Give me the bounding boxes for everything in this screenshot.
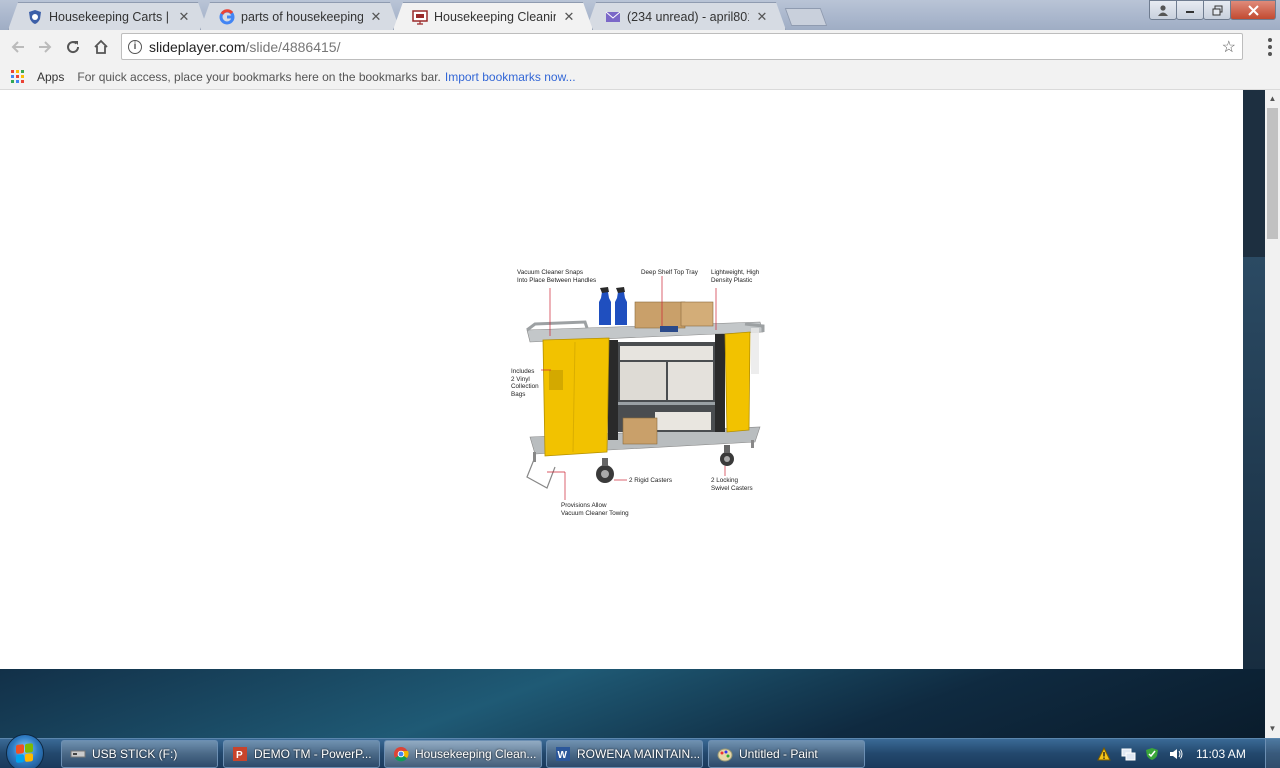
back-button[interactable] <box>7 36 29 58</box>
tab-parts-of-housekeeping[interactable]: parts of housekeeping ca ✕ <box>200 2 400 30</box>
label-plastic: Lightweight, High Density Plastic <box>711 269 760 284</box>
label-vacuum-snaps: Vacuum Cleaner Snaps Into Place Between … <box>517 269 597 284</box>
reload-button[interactable] <box>62 36 84 58</box>
tab-housekeeping-carts[interactable]: Housekeeping Carts | For ✕ <box>8 2 208 30</box>
vertical-scrollbar[interactable]: ▲ ▼ <box>1265 90 1280 738</box>
show-desktop-button[interactable] <box>1265 739 1280 768</box>
tab-strip: Housekeeping Carts | For ✕ parts of hous… <box>0 0 1280 30</box>
tab-close-icon[interactable]: ✕ <box>755 9 769 25</box>
powerpoint-icon: P <box>232 746 248 762</box>
taskbar-item-label: USB STICK (F:) <box>92 747 178 761</box>
import-bookmarks-link[interactable]: Import bookmarks now... <box>445 70 576 84</box>
new-tab-button[interactable] <box>784 8 828 26</box>
start-button[interactable] <box>6 734 44 768</box>
browser-toolbar: i slideplayer.com/slide/4886415/ ☆ <box>0 30 1280 64</box>
tab-close-icon[interactable]: ✕ <box>177 9 191 25</box>
bookmarks-hint: For quick access, place your bookmarks h… <box>77 69 441 84</box>
back-arrow-icon <box>11 41 24 53</box>
tab-mail-unread[interactable]: (234 unread) - april8019( ✕ <box>586 2 786 30</box>
paint-icon <box>717 746 733 762</box>
mail-favicon-icon <box>605 9 621 25</box>
tab-title: parts of housekeeping ca <box>241 9 363 24</box>
label-swivel-casters: 2 Locking Swivel Casters <box>711 477 753 492</box>
system-clock[interactable]: 11:03 AM <box>1196 747 1246 761</box>
tab-title: (234 unread) - april8019( <box>627 9 748 24</box>
tab-title: Housekeeping Cleaning S <box>434 9 553 24</box>
network-icon[interactable] <box>1120 746 1136 762</box>
label-towing: Provisions Allow Vacuum Cleaner Towing <box>561 502 629 517</box>
label-rigid-casters: 2 Rigid Casters <box>629 477 673 484</box>
slide-image: Vacuum Cleaner Snaps Into Place Between … <box>505 262 775 522</box>
desktop-background <box>1243 257 1265 738</box>
taskbar-usb-stick[interactable]: USB STICK (F:) <box>61 740 218 768</box>
window-controls <box>1149 0 1276 20</box>
label-collection-bags: Includes 2 Vinyl Collection Bags <box>511 368 539 398</box>
taskbar-item-label: ROWENA MAINTAIN... <box>577 747 701 761</box>
usb-drive-icon <box>70 746 86 762</box>
taskbar-chrome[interactable]: Housekeeping Clean... <box>384 740 542 768</box>
slideplayer-favicon-icon <box>412 9 428 25</box>
home-icon <box>94 39 108 54</box>
word-icon: W <box>555 746 571 762</box>
apps-shortcut[interactable]: Apps <box>37 70 64 84</box>
security-shield-icon[interactable] <box>1144 746 1160 762</box>
svg-text:P: P <box>236 750 243 761</box>
warning-icon[interactable] <box>1096 746 1112 762</box>
forward-button[interactable] <box>34 36 56 58</box>
minimize-button[interactable] <box>1176 0 1204 20</box>
site-info-icon[interactable]: i <box>128 39 142 54</box>
url-text: slideplayer.com/slide/4886415/ <box>149 39 340 55</box>
tab-title: Housekeeping Carts | For <box>49 9 169 24</box>
address-bar[interactable]: i slideplayer.com/slide/4886415/ ☆ <box>121 33 1243 60</box>
taskbar-powerpoint[interactable]: P DEMO TM - PowerP... <box>223 740 380 768</box>
taskbar-item-label: Housekeeping Clean... <box>415 747 537 761</box>
tab-close-icon[interactable]: ✕ <box>562 9 576 25</box>
system-tray <box>1096 741 1184 767</box>
desktop-background <box>0 669 1265 738</box>
user-profile-icon[interactable] <box>1149 0 1177 20</box>
taskbar-item-label: DEMO TM - PowerP... <box>254 747 372 761</box>
taskbar-item-label: Untitled - Paint <box>739 747 818 761</box>
shield-favicon-icon <box>27 9 43 25</box>
taskbar-word[interactable]: W ROWENA MAINTAIN... <box>546 740 703 768</box>
bookmark-star-icon[interactable]: ☆ <box>1222 37 1236 57</box>
windows-logo-icon <box>16 743 34 763</box>
url-host: slideplayer.com <box>149 38 246 55</box>
chrome-menu-icon[interactable] <box>1268 38 1272 56</box>
taskbar-paint[interactable]: Untitled - Paint <box>708 740 865 768</box>
scrollbar-thumb[interactable] <box>1267 108 1278 239</box>
tab-close-icon[interactable]: ✕ <box>369 9 383 25</box>
home-button[interactable] <box>90 36 112 58</box>
tab-housekeeping-cleaning[interactable]: Housekeeping Cleaning S ✕ <box>393 2 593 30</box>
volume-icon[interactable] <box>1168 746 1184 762</box>
google-favicon-icon <box>219 9 235 25</box>
windows-taskbar: USB STICK (F:) P DEMO TM - PowerP... Hou… <box>0 734 1280 768</box>
scroll-down-icon[interactable]: ▼ <box>1265 722 1280 736</box>
reload-icon <box>67 41 80 54</box>
apps-grid-icon[interactable] <box>11 70 24 83</box>
url-path: /slide/4886415/ <box>245 38 341 55</box>
restore-button[interactable] <box>1203 0 1231 20</box>
bookmarks-bar: Apps For quick access, place your bookma… <box>0 64 1280 90</box>
svg-text:W: W <box>558 750 568 761</box>
close-window-button[interactable] <box>1230 0 1276 20</box>
chrome-icon <box>393 746 409 762</box>
forward-arrow-icon <box>39 41 52 53</box>
scroll-up-icon[interactable]: ▲ <box>1265 92 1280 106</box>
label-top-tray: Deep Shelf Top Tray <box>641 269 698 276</box>
